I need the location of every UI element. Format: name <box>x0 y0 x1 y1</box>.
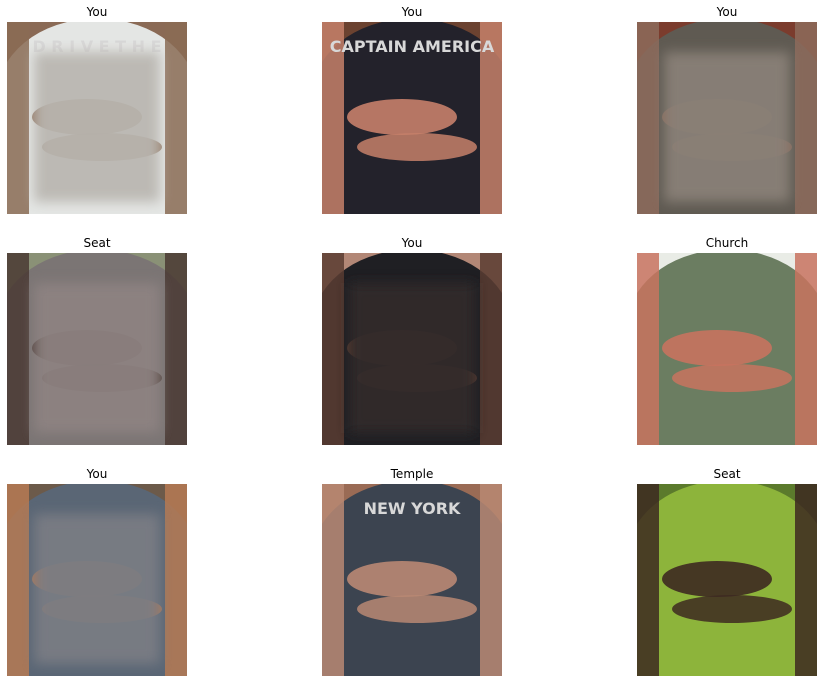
hand-shape <box>347 561 457 597</box>
blurred-region <box>664 52 790 202</box>
panel-title: You <box>401 236 423 250</box>
right-arm <box>795 253 817 445</box>
panel-title: Seat <box>83 236 111 250</box>
photo-canvas <box>637 253 817 445</box>
panel-photo <box>7 253 187 445</box>
photo-canvas <box>7 484 187 676</box>
left-arm <box>637 253 659 445</box>
hand-shape <box>662 561 772 597</box>
right-arm <box>480 484 502 676</box>
hand-shape <box>662 330 772 366</box>
hand-shape <box>357 133 477 161</box>
blurred-region <box>34 52 160 202</box>
panel-title: You <box>401 5 423 19</box>
left-arm <box>7 22 29 214</box>
panel-photo <box>322 253 502 445</box>
panel-photo: CAPTAIN AMERICA <box>322 22 502 214</box>
panel-photo <box>637 484 817 676</box>
hand-shape <box>357 595 477 623</box>
left-arm <box>7 253 29 445</box>
left-arm <box>322 484 344 676</box>
hand-shape <box>672 595 792 623</box>
blurred-region <box>34 514 160 664</box>
photo-canvas <box>637 22 817 214</box>
photo-canvas <box>7 253 187 445</box>
right-arm <box>480 253 502 445</box>
blurred-region <box>34 283 160 433</box>
panel-title: Seat <box>713 467 741 481</box>
blurred-region <box>349 283 475 433</box>
photo-canvas <box>637 484 817 676</box>
right-arm <box>795 484 817 676</box>
right-arm <box>165 22 187 214</box>
hand-shape <box>672 364 792 392</box>
panel-photo <box>637 253 817 445</box>
hand-shape <box>347 99 457 135</box>
panel-title: Temple <box>390 467 434 481</box>
panel-title: Church <box>705 236 749 250</box>
left-arm <box>637 22 659 214</box>
right-arm <box>165 253 187 445</box>
shirt-print-text: CAPTAIN AMERICA <box>330 37 495 56</box>
right-arm <box>165 484 187 676</box>
photo-canvas: CAPTAIN AMERICA <box>322 22 502 214</box>
panel-photo <box>7 484 187 676</box>
panel-title: You <box>86 5 108 19</box>
photo-canvas: D R I V E T H E <box>7 22 187 214</box>
shirt-print-text: NEW YORK <box>364 499 461 518</box>
right-arm <box>795 22 817 214</box>
panel-photo <box>637 22 817 214</box>
panel-title: You <box>86 467 108 481</box>
left-arm <box>322 253 344 445</box>
photo-canvas <box>322 253 502 445</box>
panel-photo: D R I V E T H E <box>7 22 187 214</box>
left-arm <box>637 484 659 676</box>
panel-title: You <box>716 5 738 19</box>
photo-canvas: NEW YORK <box>322 484 502 676</box>
left-arm <box>7 484 29 676</box>
panel-photo: NEW YORK <box>322 484 502 676</box>
